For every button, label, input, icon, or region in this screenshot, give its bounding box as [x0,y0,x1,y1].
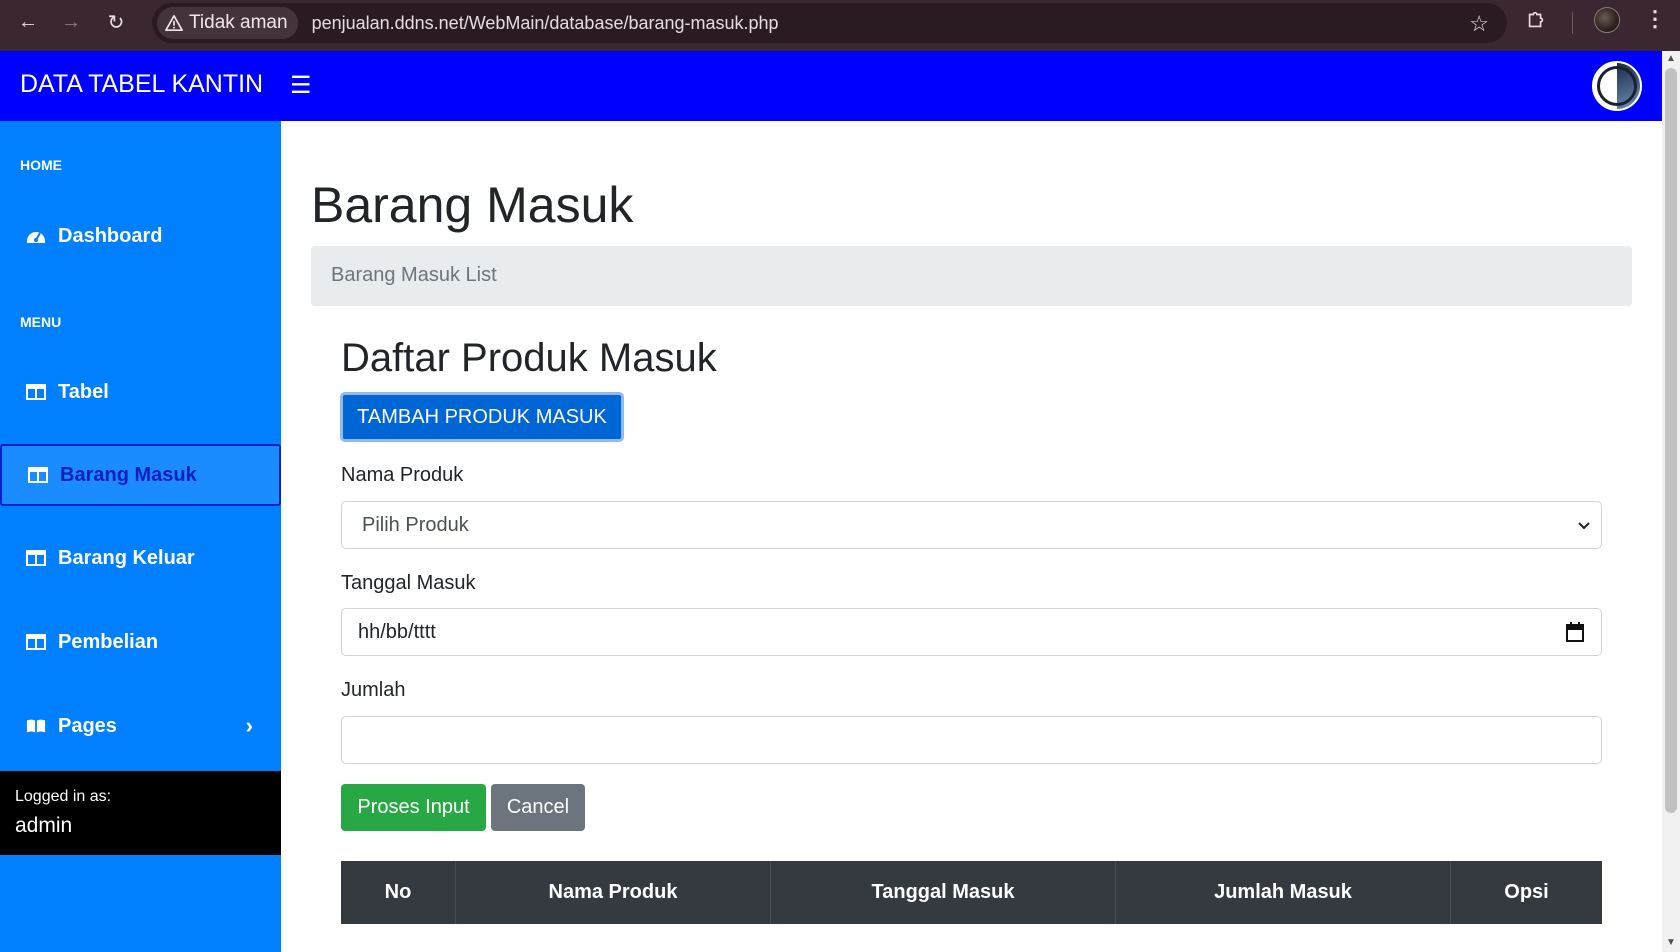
product-select-value: Pilih Produk [362,514,469,536]
url-text[interactable]: penjualan.ddns.net/WebMain/database/bara… [312,13,779,34]
kebab-menu-icon[interactable]: ⋮ [1644,6,1666,32]
back-arrow-icon[interactable]: ← [13,7,43,37]
forward-arrow-icon[interactable]: → [56,7,86,37]
table-header-cell[interactable]: Jumlah Masuk [1116,861,1451,924]
quantity-input[interactable] [341,716,1602,764]
warning-icon [165,14,183,32]
table-icon [26,632,46,652]
date-input[interactable]: hh/bb/tttt [341,608,1602,656]
sidebar-item-barang-keluar[interactable]: Barang Keluar [0,527,281,589]
sidebar-item-dashboard[interactable]: Dashboard [0,205,281,267]
security-chip[interactable]: Tidak aman [157,7,298,39]
table-icon [28,465,48,485]
scroll-up-arrow-icon[interactable]: ▲ [1664,53,1678,67]
sidebar-item-pembelian[interactable]: Pembelian [0,611,281,673]
sidebar-item-pages[interactable]: Pages › [0,695,281,757]
table-header-cell[interactable]: No [341,861,456,924]
sidebar-footer: Logged in as: admin [0,771,281,855]
table-header-cell[interactable]: Opsi [1451,861,1602,924]
sidebar-item-label: Tabel [58,380,109,403]
logged-in-label: Logged in as: [15,788,112,805]
sidebar-heading-home: HOME [20,157,62,173]
brand-title[interactable]: DATA TABEL KANTIN [20,70,263,99]
browser-toolbar: ← → ↻ Tidak aman penjualan.ddns.net/WebM… [0,0,1680,51]
cancel-button[interactable]: Cancel [491,784,585,831]
quantity-label: Jumlah [341,679,406,701]
book-open-icon [26,716,46,736]
reload-icon[interactable]: ↻ [101,7,131,37]
sidebar-item-tabel[interactable]: Tabel [0,361,281,423]
scroll-down-arrow-icon[interactable]: ▼ [1664,937,1678,951]
sidebar-item-label: Pages [58,714,117,737]
address-bar[interactable]: Tidak aman penjualan.ddns.net/WebMain/da… [152,3,1507,43]
scrollbar-thumb[interactable] [1665,68,1677,813]
sidebar-item-label: Pembelian [58,630,159,653]
calendar-icon[interactable] [1565,621,1585,643]
user-avatar[interactable] [1592,61,1642,111]
logged-in-user: admin [15,814,73,837]
sidebar-item-barang-masuk[interactable]: Barang Masuk [0,444,281,506]
add-product-button[interactable]: TAMBAH PRODUK MASUK [340,392,624,442]
sidebar-item-label: Dashboard [58,224,163,247]
avatar-ring [1597,66,1637,106]
product-select[interactable]: Pilih Produk [341,501,1602,549]
breadcrumb-item: Barang Masuk List [331,264,497,286]
chevron-right-icon: › [245,713,253,738]
date-input-placeholder: hh/bb/tttt [358,621,436,643]
sidebar: HOME Dashboard MENU Tabel Barang Masuk B… [0,121,281,952]
data-table-header: No Nama Produk Tanggal Masuk Jumlah Masu… [341,861,1602,924]
toolbar-divider [1572,12,1573,34]
sidebar-heading-menu: MENU [20,314,62,330]
tachometer-icon [26,226,46,246]
section-title: Daftar Produk Masuk [341,336,717,380]
table-header-cell[interactable]: Nama Produk [456,861,771,924]
table-icon [26,548,46,568]
sidebar-item-label: Barang Keluar [58,546,195,569]
page-title: Barang Masuk [311,177,634,233]
breadcrumb: Barang Masuk List [311,246,1632,306]
chevron-down-icon [1578,522,1590,530]
hamburger-icon[interactable]: ☰ [290,71,312,100]
submit-button[interactable]: Proses Input [341,784,486,831]
bookmark-star-icon[interactable]: ☆ [1469,11,1489,37]
sidebar-item-label: Barang Masuk [60,463,197,486]
top-navbar: DATA TABEL KANTIN ☰ [0,51,1662,121]
table-header-cell[interactable]: Tanggal Masuk [771,861,1116,924]
profile-avatar[interactable] [1594,7,1620,33]
product-label: Nama Produk [341,464,464,486]
extensions-puzzle-icon[interactable] [1525,9,1547,31]
table-icon [26,382,46,402]
security-label: Tidak aman [189,12,288,33]
date-label: Tanggal Masuk [341,572,476,594]
